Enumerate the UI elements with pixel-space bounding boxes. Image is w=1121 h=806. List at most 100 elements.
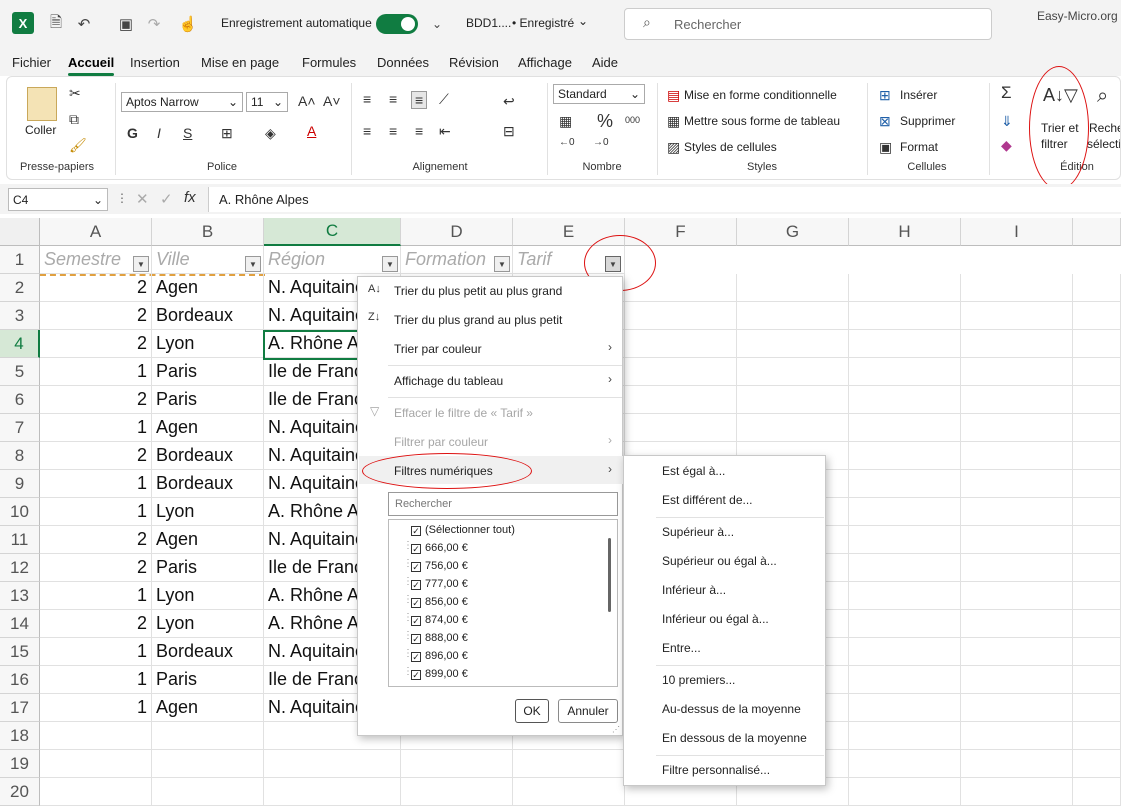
value-checkbox[interactable]: ✓ (411, 526, 421, 536)
cell-semestre[interactable]: 1 (40, 498, 152, 526)
cell-semestre[interactable]: 1 (40, 638, 152, 666)
font-size-select[interactable]: 11 ⌄ (246, 92, 288, 112)
cell[interactable] (1073, 638, 1121, 666)
cell[interactable] (849, 610, 961, 638)
cell-region[interactable] (264, 778, 401, 806)
copy-icon[interactable]: ⧉ (69, 111, 79, 128)
table-view-item[interactable]: Affichage du tableau (394, 374, 503, 388)
fill-icon[interactable]: ⇓ (1001, 113, 1013, 130)
cell-ville[interactable] (152, 722, 264, 750)
cell[interactable] (849, 582, 961, 610)
value-label[interactable]: (Sélectionner tout) (425, 524, 515, 536)
filename[interactable]: BDD1.... (466, 16, 511, 30)
increase-decimal-icon[interactable]: ←0 (559, 137, 575, 148)
cell[interactable] (1073, 470, 1121, 498)
cell[interactable] (961, 442, 1073, 470)
wrap-text-icon[interactable]: ↩ (503, 93, 515, 110)
submenu-item[interactable]: Supérieur ou égal à... (662, 554, 777, 568)
col-header-d[interactable]: D (401, 218, 513, 246)
align-top-icon[interactable]: ≡ (363, 91, 371, 107)
cell[interactable] (1073, 694, 1121, 722)
find-select-button-line2[interactable]: sélectio (1087, 137, 1120, 151)
cell[interactable] (961, 526, 1073, 554)
cell[interactable] (737, 386, 849, 414)
cell[interactable] (961, 302, 1073, 330)
format-painter-icon[interactable]: 🖌 (69, 137, 87, 154)
scrollbar-thumb[interactable] (608, 538, 611, 612)
cell[interactable] (1073, 722, 1121, 750)
cell[interactable] (1073, 750, 1121, 778)
cell[interactable] (1073, 554, 1121, 582)
cell[interactable] (1073, 358, 1121, 386)
cell[interactable] (1073, 302, 1121, 330)
submenu-item[interactable]: Entre... (662, 641, 701, 655)
cell[interactable] (737, 330, 849, 358)
underline-button[interactable]: S (183, 125, 192, 141)
cell[interactable] (849, 414, 961, 442)
row-header[interactable]: 4 (0, 330, 40, 358)
cell[interactable] (849, 442, 961, 470)
insert-function-button[interactable]: fx (184, 189, 196, 206)
cell-styles-button[interactable]: Styles de cellules (684, 140, 777, 154)
align-center-icon[interactable]: ≡ (389, 123, 397, 139)
cell[interactable] (849, 750, 961, 778)
save-icon[interactable]: 🗎 (46, 14, 66, 34)
cell[interactable] (961, 386, 1073, 414)
row-header[interactable]: 13 (0, 582, 40, 610)
cell[interactable] (625, 302, 737, 330)
cell-semestre[interactable]: 1 (40, 414, 152, 442)
row-header[interactable]: 8 (0, 442, 40, 470)
cell[interactable] (961, 666, 1073, 694)
value-label[interactable]: 666,00 € (425, 542, 468, 554)
cell-ville[interactable] (152, 778, 264, 806)
orientation-icon[interactable]: ⟋ (439, 91, 449, 108)
value-label[interactable]: 874,00 € (425, 614, 468, 626)
tab-donnees[interactable]: Données (377, 55, 429, 70)
cell-ville[interactable]: Paris (152, 666, 264, 694)
cell[interactable] (1073, 666, 1121, 694)
delete-button[interactable]: Supprimer (900, 114, 955, 128)
cell[interactable] (401, 778, 513, 806)
values-list[interactable]: ✓ (Sélectionner tout) ✓ 666,00 € ⋮ ✓ 756,00 € ⋮… (388, 519, 618, 687)
font-color-icon[interactable]: A (307, 123, 316, 139)
row-header[interactable]: 19 (0, 750, 40, 778)
cell-ville[interactable]: Agen (152, 414, 264, 442)
cell-ville[interactable]: Paris (152, 386, 264, 414)
cell[interactable] (849, 274, 961, 302)
cancel-icon[interactable]: ✕ (136, 190, 149, 208)
row-header[interactable]: 18 (0, 722, 40, 750)
align-bottom-icon[interactable]: ≡ (411, 91, 428, 109)
col-header-a[interactable]: A (40, 218, 152, 246)
resize-grip-icon[interactable]: ⋰ (612, 725, 620, 734)
col-header-h[interactable]: H (849, 218, 961, 246)
cell[interactable] (849, 470, 961, 498)
cell-semestre[interactable]: 2 (40, 554, 152, 582)
cell-semestre[interactable]: 2 (40, 526, 152, 554)
cell-ville[interactable]: Lyon (152, 610, 264, 638)
cell[interactable] (1073, 498, 1121, 526)
cell[interactable] (1073, 414, 1121, 442)
insert-button[interactable]: Insérer (900, 88, 937, 102)
insert-icon[interactable]: ⊞ (879, 87, 891, 104)
cell-ville[interactable]: Agen (152, 526, 264, 554)
cell-ville[interactable]: Bordeaux (152, 442, 264, 470)
cell[interactable] (849, 722, 961, 750)
cell-ville[interactable]: Bordeaux (152, 638, 264, 666)
submenu-item[interactable]: Au-dessus de la moyenne (662, 702, 801, 716)
header-cell-formation[interactable]: Formation ▼ (401, 246, 513, 274)
cancel-button[interactable]: Annuler (558, 699, 618, 723)
filter-dropdown-icon[interactable]: ▼ (245, 256, 261, 272)
filter-dropdown-icon[interactable]: ▼ (133, 256, 149, 272)
row-header[interactable]: 17 (0, 694, 40, 722)
cell-semestre[interactable]: 2 (40, 330, 152, 358)
cell[interactable] (849, 526, 961, 554)
cell[interactable] (1073, 526, 1121, 554)
cell[interactable] (961, 274, 1073, 302)
cell[interactable] (849, 638, 961, 666)
clear-filter-item[interactable]: Effacer le filtre de « Tarif » (394, 406, 533, 420)
row-header[interactable]: 6 (0, 386, 40, 414)
format-button[interactable]: Format (900, 140, 938, 154)
cell[interactable] (961, 638, 1073, 666)
sort-by-color-item[interactable]: Trier par couleur (394, 342, 482, 356)
save-disk-icon[interactable]: ▣ (116, 14, 136, 34)
